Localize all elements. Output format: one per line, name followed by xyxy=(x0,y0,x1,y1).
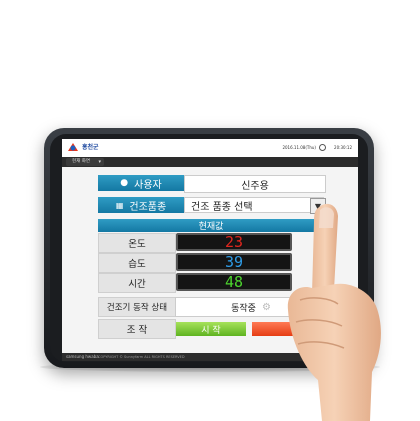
pointing-hand-image xyxy=(287,203,381,421)
